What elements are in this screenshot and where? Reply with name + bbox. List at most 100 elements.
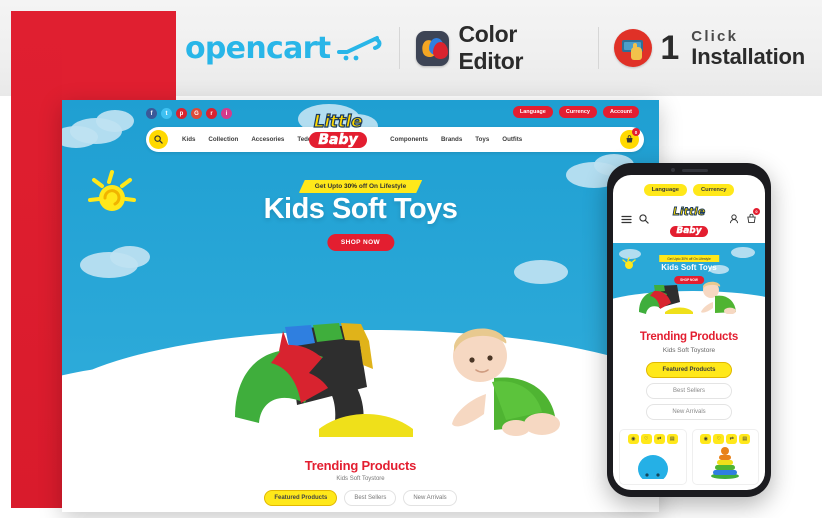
compare-icon[interactable]: ⇄ xyxy=(653,434,665,444)
header-divider-2 xyxy=(597,27,599,69)
tab-new-arrivals[interactable]: New Arrivals xyxy=(403,490,457,506)
add-to-cart-icon[interactable]: ▤ xyxy=(666,434,678,444)
color-editor-label: Color Editor xyxy=(458,21,524,74)
currency-selector[interactable]: Currency xyxy=(558,106,597,118)
mobile-hero-title: Kids Soft Toys xyxy=(661,263,717,272)
tab-featured-products[interactable]: Featured Products xyxy=(264,490,338,506)
product-image xyxy=(708,445,742,484)
mobile-header: Little Baby 0 xyxy=(613,196,765,243)
nav-item-collection[interactable]: Collection xyxy=(208,136,238,143)
mobile-baby-illustration xyxy=(697,280,737,319)
product-actions: ◉ ♡ ⇄ ▤ xyxy=(693,430,759,444)
header-divider-1 xyxy=(399,27,401,69)
header-brands: opencart Color Editor 1 Click Installati… xyxy=(185,0,805,96)
mobile-tab-featured-products[interactable]: Featured Products xyxy=(646,362,732,378)
mobile-toy-illustration xyxy=(637,282,693,319)
one-click-number: 1 xyxy=(660,29,680,67)
one-click-word: Click xyxy=(691,27,739,45)
mobile-trending-tabs: Featured Products Best Sellers New Arriv… xyxy=(613,362,765,420)
shop-now-button[interactable]: SHOP NOW xyxy=(326,234,395,251)
hero-promo-tag: Get Upto 30% off On Lifestyle xyxy=(299,180,422,193)
color-editor-logo: Color Editor xyxy=(416,0,581,96)
logo-little: Little xyxy=(313,112,363,132)
nav-item-outfits[interactable]: Outfits xyxy=(502,136,522,143)
desktop-navbar: Kids Collection Accesories Teddy Compone… xyxy=(146,127,644,152)
mobile-logo-baby: Baby xyxy=(670,226,708,237)
hamburger-menu-icon[interactable] xyxy=(621,211,632,229)
color-droplets-icon xyxy=(416,30,450,66)
mobile-hero-promo-tag: Get Upto 30% off On Lifestyle xyxy=(659,255,719,262)
poster-stage: opencart Color Editor 1 Click Installati… xyxy=(0,0,822,518)
cart-count-badge: 0 xyxy=(632,128,640,136)
trending-subtitle: Kids Soft Toystore xyxy=(336,476,385,482)
nav-item-brands[interactable]: Brands xyxy=(441,136,462,143)
account-selector[interactable]: Account xyxy=(603,106,639,118)
mobile-currency-selector[interactable]: Currency xyxy=(692,184,735,196)
compare-icon[interactable]: ⇄ xyxy=(726,434,738,444)
mobile-search-icon[interactable] xyxy=(639,211,649,229)
trending-title: Trending Products xyxy=(304,458,417,473)
facebook-icon[interactable]: f xyxy=(146,108,157,119)
quick-view-icon[interactable]: ◉ xyxy=(700,434,712,444)
social-links: f t p G r i xyxy=(146,108,232,119)
trending-tabs: Featured Products Best Sellers New Arriv… xyxy=(62,490,659,506)
mobile-preview: Language Currency Little Baby 0 Get Upto… xyxy=(607,163,771,497)
product-image xyxy=(633,449,673,484)
mobile-tab-best-sellers[interactable]: Best Sellers xyxy=(646,383,732,399)
nav-item-kids[interactable]: Kids xyxy=(182,136,195,143)
red-accent-stripe xyxy=(11,11,62,508)
quick-view-icon[interactable]: ◉ xyxy=(627,434,639,444)
opencart-logo: opencart xyxy=(185,0,383,96)
nav-item-components[interactable]: Components xyxy=(390,136,428,143)
phone-screen: Language Currency Little Baby 0 Get Upto… xyxy=(613,175,765,490)
mobile-logo-little: Little xyxy=(672,205,706,218)
front-camera-icon xyxy=(670,168,675,172)
cursor-click-icon xyxy=(614,29,653,67)
mobile-cart-count-badge: 0 xyxy=(753,208,760,215)
installation-word: Installation xyxy=(691,43,806,69)
desktop-preview: f t p G r i Language Currency Account Ki… xyxy=(62,100,659,512)
cloud-shape xyxy=(731,247,755,258)
mobile-language-selector[interactable]: Language xyxy=(643,184,687,196)
cart-button[interactable]: 0 xyxy=(620,128,640,149)
add-to-cart-icon[interactable]: ▤ xyxy=(739,434,751,444)
pinterest-icon[interactable]: p xyxy=(176,108,187,119)
phone-notch xyxy=(662,166,716,174)
google-plus-icon[interactable]: G xyxy=(191,108,202,119)
mobile-trending-subtitle: Kids Soft Toystore xyxy=(662,347,716,354)
mobile-hero: Get Upto 30% off On Lifestyle Kids Soft … xyxy=(613,243,765,321)
hero-tag-prefix: Get Upto xyxy=(314,183,345,190)
mobile-trending-section: Trending Products Kids Soft Toystore Fea… xyxy=(613,321,765,420)
tab-best-sellers[interactable]: Best Sellers xyxy=(344,490,397,506)
twitter-icon[interactable]: t xyxy=(161,108,172,119)
instagram-icon[interactable]: i xyxy=(221,108,232,119)
cloud-shape xyxy=(110,246,150,268)
baby-photo-illustration xyxy=(432,320,562,438)
wishlist-icon[interactable]: ♡ xyxy=(713,434,725,444)
language-selector[interactable]: Language xyxy=(512,106,553,118)
hero-tag-strong: 30% xyxy=(344,183,358,190)
account-icon[interactable] xyxy=(729,211,739,229)
product-card[interactable]: ◉ ♡ ⇄ ▤ xyxy=(691,429,759,485)
wishlist-icon[interactable]: ♡ xyxy=(640,434,652,444)
mobile-cart-icon[interactable]: 0 xyxy=(746,208,760,229)
hero-title: Kids Soft Toys xyxy=(263,193,458,225)
rss-icon[interactable]: r xyxy=(206,108,217,119)
product-card[interactable]: ◉ ♡ ⇄ ▤ xyxy=(619,429,687,485)
site-logo[interactable]: Little Baby xyxy=(305,112,371,149)
trending-section: Trending Products Kids Soft Toystore Fea… xyxy=(62,450,659,512)
cloud-shape xyxy=(514,260,568,284)
logo-baby: Baby xyxy=(309,132,367,148)
shopping-cart-icon xyxy=(337,33,383,63)
mobile-trending-title: Trending Products xyxy=(639,331,739,343)
toy-illustration xyxy=(227,317,427,437)
product-actions: ◉ ♡ ⇄ ▤ xyxy=(620,430,686,444)
mobile-tab-new-arrivals[interactable]: New Arrivals xyxy=(646,404,732,420)
nav-item-accesories[interactable]: Accesories xyxy=(251,136,284,143)
search-icon[interactable] xyxy=(149,130,168,149)
mobile-site-logo[interactable]: Little Baby xyxy=(670,202,708,238)
one-click-installation-logo: 1 Click Installation xyxy=(614,0,805,96)
topbar-buttons: Language Currency Account xyxy=(512,106,639,118)
hero-tag-suffix: off On Lifestyle xyxy=(357,183,407,190)
nav-item-toys[interactable]: Toys xyxy=(475,136,489,143)
